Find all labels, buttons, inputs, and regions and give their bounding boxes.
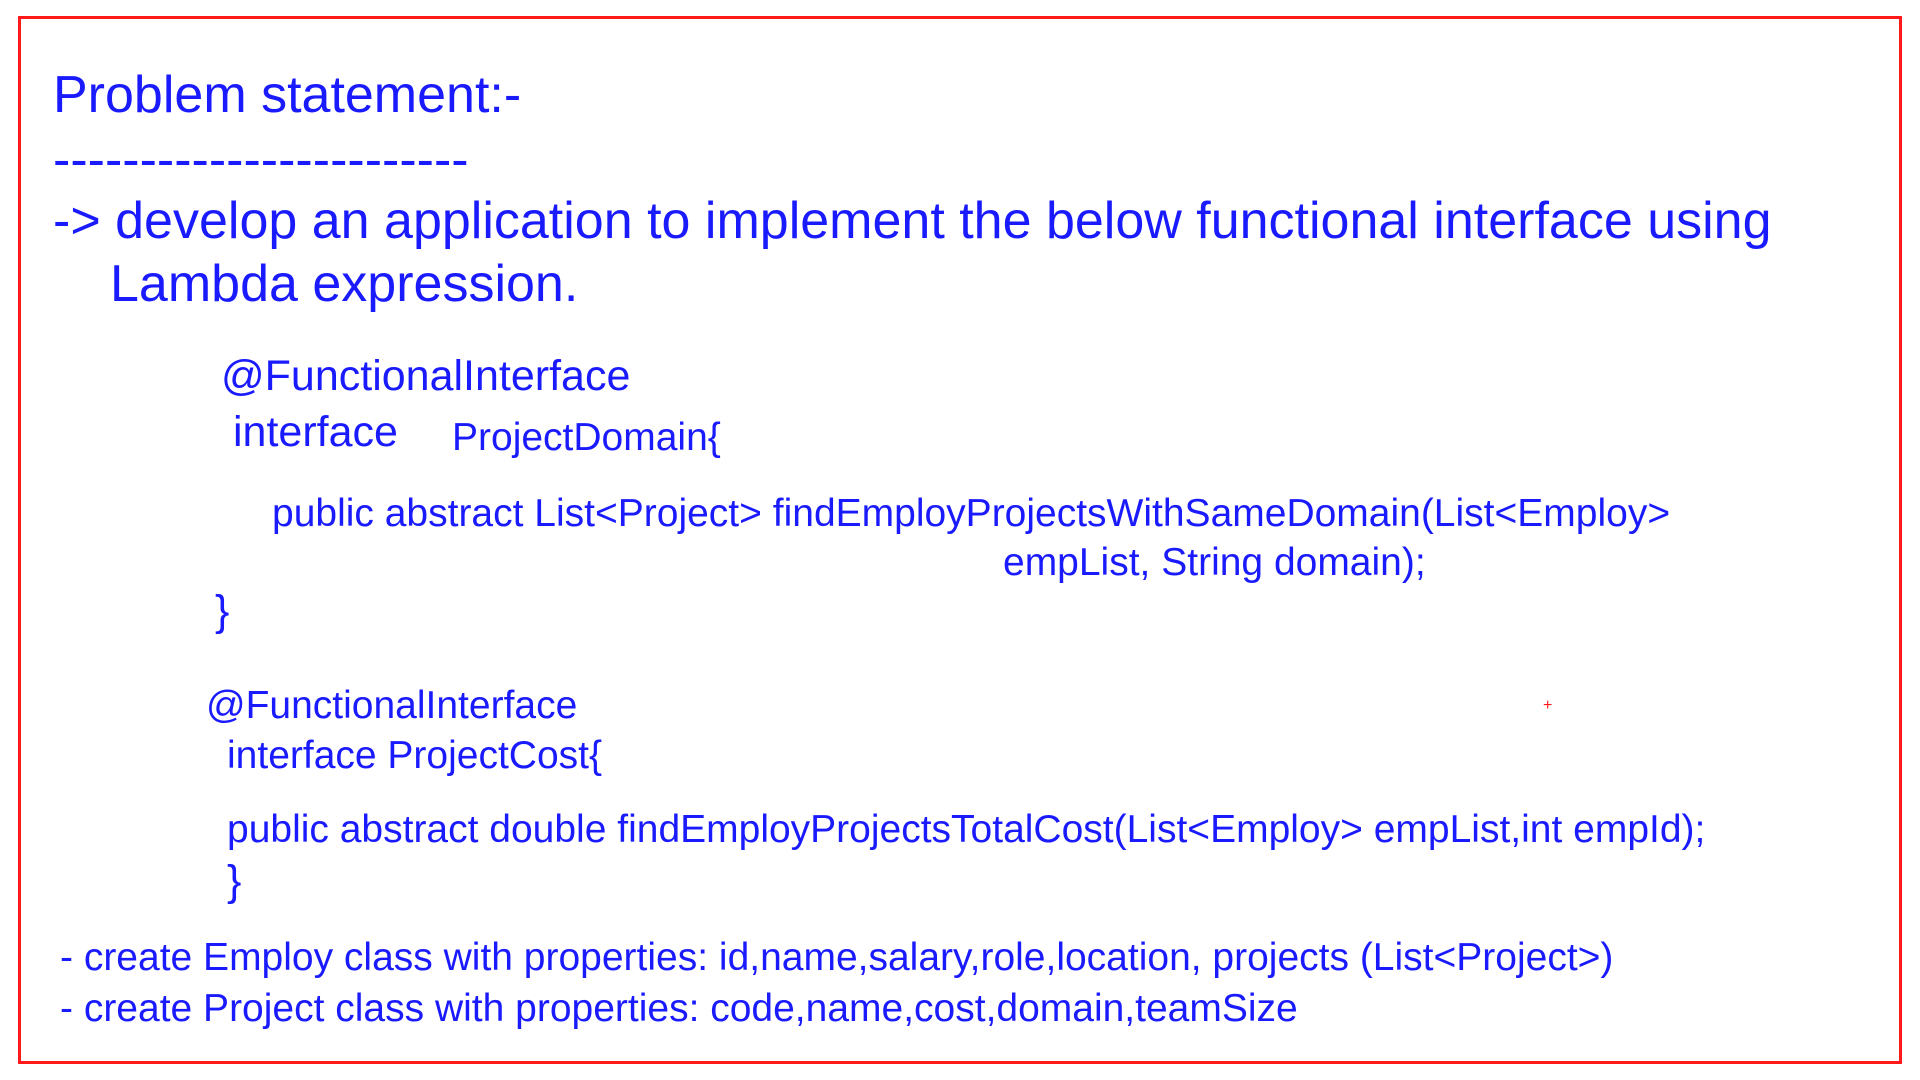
plus-marker: + (1543, 697, 1553, 714)
task-line-2: Lambda expression. (110, 255, 579, 313)
interface1-name: ProjectDomain{ (452, 416, 721, 459)
task-line-1: -> develop an application to implement t… (53, 192, 1772, 250)
interface1-method-line-2: empList, String domain); (1003, 541, 1426, 584)
interface2-method: public abstract double findEmployProject… (227, 808, 1706, 851)
interface1-close-brace: } (215, 587, 230, 635)
interface2-close-brace: } (227, 857, 242, 905)
heading-divider: ------------------------ (53, 131, 469, 189)
interface1-keyword: interface (233, 408, 398, 456)
interface2-declaration: interface ProjectCost{ (227, 734, 603, 777)
problem-heading: Problem statement:- (53, 66, 522, 124)
interface1-annotation: @FunctionalInterface (221, 352, 631, 400)
interface1-method-line-1: public abstract List<Project> findEmploy… (272, 492, 1671, 535)
requirement-employ-class: - create Employ class with properties: i… (60, 936, 1614, 979)
interface2-annotation: @FunctionalInterface (206, 684, 578, 727)
requirement-project-class: - create Project class with properties: … (60, 987, 1298, 1030)
